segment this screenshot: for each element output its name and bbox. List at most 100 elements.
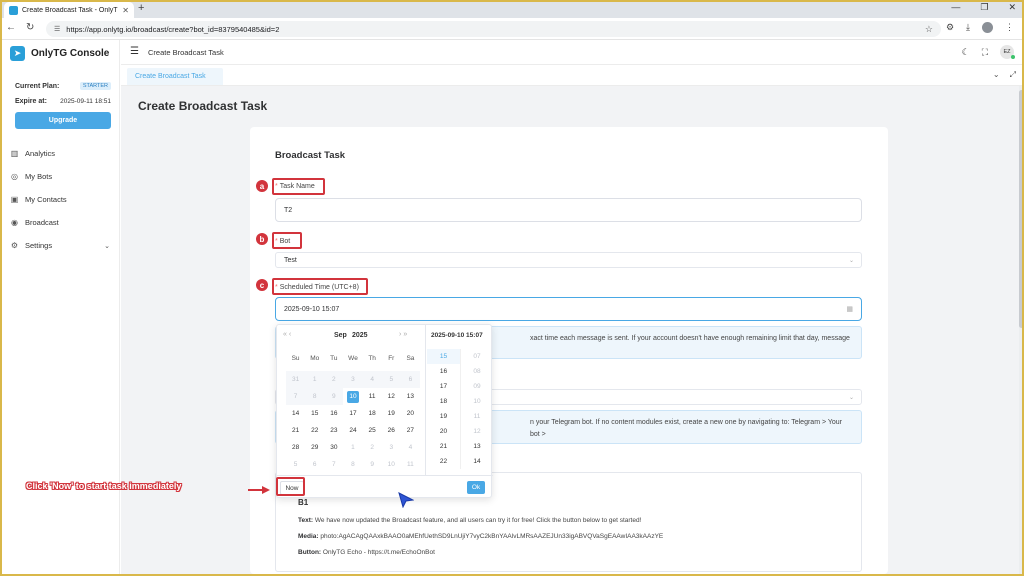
calendar-day[interactable]: 30 — [324, 439, 343, 456]
minute-option[interactable]: 08 — [461, 364, 493, 379]
hour-option[interactable]: 18 — [427, 394, 460, 409]
calendar-day: 8 — [351, 461, 355, 468]
hour-option[interactable]: 21 — [427, 439, 460, 454]
profile-icon[interactable] — [982, 22, 993, 33]
url-field[interactable]: ☰ https://app.onlytg.io/broadcast/create… — [46, 21, 941, 37]
sidebar-item-analytics[interactable]: ▥ Analytics — [2, 142, 120, 165]
content-media-line: Media: photo:AgACAgQAAxkBAAO0aMEhfUethSD… — [298, 533, 664, 540]
picker-year[interactable]: 2025 — [352, 332, 368, 339]
telegram-logo-icon: ➤ — [10, 46, 25, 61]
calendar-day[interactable]: 27 — [401, 422, 420, 439]
reload-icon[interactable]: ↻ — [26, 22, 34, 33]
calendar-day[interactable]: 16 — [324, 405, 343, 422]
avatar[interactable]: EZ — [1000, 45, 1015, 59]
calendar-day[interactable]: 10 — [343, 388, 362, 405]
browser-tab[interactable]: Create Broadcast Task - OnlyTG C ✕ — [4, 2, 134, 18]
sidebar-item-label: Analytics — [25, 149, 56, 158]
page-title: Create Broadcast Task — [138, 99, 268, 113]
hour-option[interactable]: 16 — [427, 364, 460, 379]
picker-prev-icons[interactable]: «‹ — [283, 331, 293, 338]
calendar-day[interactable]: 28 — [286, 439, 305, 456]
nav-buttons: ← ↻ — [6, 22, 34, 33]
contacts-icon: ▣ — [10, 195, 19, 204]
close-icon[interactable]: ✕ — [122, 6, 129, 15]
task-name-input[interactable]: T2 — [275, 198, 862, 222]
calendar-day[interactable]: 18 — [363, 405, 382, 422]
scheduled-time-input[interactable]: 2025-09-10 15:07 ▦ — [275, 297, 862, 321]
calendar-day: 4 — [362, 371, 382, 388]
hamburger-icon[interactable]: ☰ — [130, 46, 139, 57]
sidebar-item-settings[interactable]: ⚙ Settings ⌄ — [2, 234, 120, 257]
browser-toolbar-icons: ⚙ ⤓ ⋮ — [946, 22, 1014, 33]
minute-option[interactable]: 13 — [461, 439, 493, 454]
calendar-day: 2 — [370, 444, 374, 451]
tab-create-broadcast-task[interactable]: Create Broadcast Task — [127, 68, 223, 85]
minute-option[interactable]: 14 — [461, 454, 493, 469]
brand[interactable]: ➤ OnlyTG Console — [10, 46, 109, 61]
hour-option[interactable]: 19 — [427, 409, 460, 424]
minute-option[interactable]: 12 — [461, 424, 493, 439]
bot-select[interactable]: Test ⌄ — [275, 252, 862, 268]
picker-time-header: 2025-09-10 15:07 — [431, 332, 483, 339]
annotation-box-task-name — [272, 178, 325, 195]
download-icon[interactable]: ⤓ — [966, 22, 970, 33]
picker-next-icons[interactable]: ›» — [399, 331, 409, 338]
chevron-down-icon[interactable]: ⌄ — [993, 70, 1000, 80]
minimize-icon[interactable]: — — [951, 2, 960, 13]
calendar-day: 6 — [312, 461, 317, 468]
calendar-day[interactable]: 14 — [286, 405, 305, 422]
scrollbar-thumb[interactable] — [1019, 90, 1024, 328]
picker-footer: Now Ok — [277, 475, 493, 499]
hour-option[interactable]: 20 — [427, 424, 460, 439]
upgrade-button[interactable]: Upgrade — [15, 112, 111, 129]
plan-row: Current Plan: STARTER — [15, 82, 111, 90]
sidebar-item-label: Settings — [25, 241, 53, 250]
calendar-day[interactable]: 13 — [401, 388, 420, 405]
calendar-day[interactable]: 19 — [382, 405, 401, 422]
calendar-day[interactable]: 22 — [305, 422, 324, 439]
minute-option[interactable]: 10 — [461, 394, 493, 409]
chart-icon: ▥ — [10, 149, 19, 158]
minute-option[interactable]: 11 — [461, 409, 493, 424]
picker-month[interactable]: Sep — [334, 332, 347, 339]
annotation-marker-a: a — [256, 180, 268, 192]
broadcast-icon: ◉ — [11, 218, 18, 227]
minute-option[interactable]: 07 — [461, 349, 493, 364]
sidebar-item-broadcast[interactable]: ◉ Broadcast — [2, 211, 120, 234]
star-icon[interactable]: ☆ — [925, 24, 933, 35]
browser-tabbar: Create Broadcast Task - OnlyTG C ✕ + — ❐… — [0, 0, 1024, 18]
ok-button[interactable]: Ok — [467, 481, 485, 494]
calendar-day[interactable]: 26 — [382, 422, 401, 439]
extension-icon[interactable]: ⚙ — [946, 22, 954, 33]
restore-icon[interactable]: ❐ — [980, 2, 988, 13]
calendar-day[interactable]: 21 — [286, 422, 305, 439]
more-icon[interactable]: ⋮ — [1005, 22, 1014, 33]
back-icon[interactable]: ← — [6, 22, 16, 33]
calendar-day[interactable]: 20 — [401, 405, 420, 422]
fullscreen-icon[interactable]: ⛶ — [982, 47, 988, 58]
picker-minutes: 07 08 09 10 11 12 13 14 — [460, 349, 493, 469]
minute-option[interactable]: 09 — [461, 379, 493, 394]
calendar-day[interactable]: 17 — [343, 405, 362, 422]
calendar-day[interactable]: 24 — [343, 422, 362, 439]
calendar-day[interactable]: 15 — [305, 405, 324, 422]
hour-option[interactable]: 15 — [427, 349, 460, 364]
calendar-day: 5 — [381, 371, 401, 388]
weekday-label: Tu — [330, 355, 338, 362]
calendar-day[interactable]: 23 — [324, 422, 343, 439]
window-close-icon[interactable]: ✕ — [1008, 2, 1016, 13]
expand-icon[interactable]: ⤢ — [1010, 70, 1016, 80]
hour-option[interactable]: 22 — [427, 454, 460, 469]
calendar-day[interactable]: 12 — [382, 388, 401, 405]
calendar-day: 10 — [387, 461, 395, 468]
calendar-day[interactable]: 25 — [363, 422, 382, 439]
sidebar-item-my-contacts[interactable]: ▣ My Contacts — [2, 188, 120, 211]
hour-option[interactable]: 17 — [427, 379, 460, 394]
calendar-day[interactable]: 11 — [363, 388, 382, 405]
sidebar-item-my-bots[interactable]: ◎ My Bots — [2, 165, 120, 188]
page-tabs-bar: Create Broadcast Task ⌄ ⤢ — [121, 65, 1022, 86]
dark-mode-icon[interactable]: ☾ — [962, 47, 970, 58]
new-tab-icon[interactable]: + — [138, 2, 144, 14]
site-info-icon[interactable]: ☰ — [54, 25, 60, 33]
calendar-day[interactable]: 29 — [305, 439, 324, 456]
